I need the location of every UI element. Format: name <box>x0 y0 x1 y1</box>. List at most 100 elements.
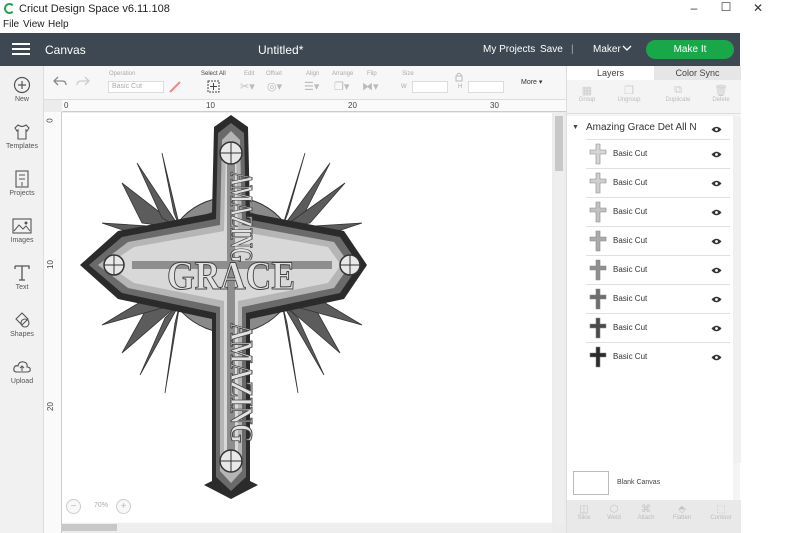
shirt-icon <box>14 124 30 140</box>
edit-icon[interactable]: ✂▾ <box>240 80 255 93</box>
sidebar-item-images[interactable]: Images <box>0 217 44 244</box>
slice-button[interactable]: ◫ Slice <box>569 504 599 521</box>
eye-icon[interactable] <box>711 238 722 245</box>
group-button[interactable]: ▦ Group <box>569 84 605 103</box>
machine-select[interactable]: Maker <box>593 44 621 55</box>
text-icon <box>14 265 30 281</box>
height-input[interactable] <box>468 81 504 93</box>
layer-name: Basic Cut <box>613 265 648 274</box>
eye-icon[interactable] <box>711 296 722 303</box>
sidebar-item-templates[interactable]: Templates <box>0 123 44 150</box>
scrollbar-thumb[interactable] <box>555 116 563 171</box>
layer-thumbnail-cross-icon <box>589 230 607 252</box>
my-projects-link[interactable]: My Projects <box>483 44 535 55</box>
flip-icon[interactable]: ⧓▾ <box>362 80 379 93</box>
menu-file[interactable]: File <box>3 19 19 30</box>
layer-row[interactable]: Basic Cut <box>586 168 730 197</box>
layer-name: Basic Cut <box>613 236 648 245</box>
redo-icon[interactable] <box>76 75 90 87</box>
layer-row[interactable]: Basic Cut <box>586 139 730 168</box>
weld-button[interactable]: ⬡ Weld <box>599 504 629 521</box>
eye-icon[interactable] <box>711 180 722 187</box>
select-all-icon[interactable] <box>207 80 220 93</box>
duplicate-button[interactable]: ⧉ Duplicate <box>660 84 696 103</box>
eye-icon[interactable] <box>711 126 722 133</box>
arrange-icon[interactable]: ❐▾ <box>334 80 349 93</box>
panel-scrollbar[interactable] <box>733 116 741 463</box>
offset-icon[interactable]: ◎▾ <box>267 80 282 93</box>
bottom-actions: ◫ Slice ⬡ Weld ⌘ Attach ⬘ Flatten ⬚ Contour <box>567 500 741 533</box>
layer-row[interactable]: Basic Cut <box>586 226 730 255</box>
make-it-button[interactable]: Make It <box>646 40 734 59</box>
select-all-label: Select All <box>201 71 226 77</box>
eye-icon[interactable] <box>711 354 722 361</box>
group-icon: ▦ <box>581 85 593 97</box>
ruler-left-tick: 0 <box>45 118 55 123</box>
undo-icon[interactable] <box>53 75 67 87</box>
contour-button[interactable]: ⬚ Contour <box>706 504 736 521</box>
menu-help[interactable]: Help <box>48 19 69 30</box>
layer-row[interactable]: Basic Cut <box>586 284 730 313</box>
caret-down-icon[interactable]: ▼ <box>572 124 579 131</box>
pen-color-icon[interactable] <box>168 80 182 94</box>
design-mat[interactable]: AMAZING GRACE AMAZING <box>62 113 552 523</box>
more-button[interactable]: More ▾ <box>521 78 542 86</box>
sidebar-item-text[interactable]: Text <box>0 264 44 291</box>
eye-icon[interactable] <box>711 209 722 216</box>
save-button[interactable]: Save <box>540 44 563 55</box>
hamburger-menu-icon[interactable] <box>12 43 30 56</box>
layer-name: Basic Cut <box>613 178 648 187</box>
menu-view[interactable]: View <box>23 19 45 30</box>
image-icon <box>12 218 32 234</box>
zoom-out-button[interactable]: − <box>66 499 81 514</box>
delete-button[interactable]: 🗑 Delete <box>703 84 739 103</box>
minimize-button[interactable]: – <box>678 0 710 18</box>
flatten-button[interactable]: ⬘ Flatten <box>667 504 697 521</box>
vertical-scrollbar[interactable] <box>554 113 564 523</box>
layer-row[interactable]: Basic Cut <box>586 255 730 284</box>
window-title: Cricut Design Space v6.11.108 <box>19 3 170 15</box>
sidebar-item-shapes[interactable]: Shapes <box>0 311 44 338</box>
zoom-in-button[interactable]: + <box>116 499 131 514</box>
chevron-down-icon[interactable] <box>622 44 632 55</box>
arrange-label: Arrange <box>332 71 354 77</box>
slice-icon: ◫ <box>579 504 589 515</box>
tab-layers[interactable]: Layers <box>567 66 654 80</box>
layer-thumbnail-cross-icon <box>589 317 607 339</box>
shapes-icon <box>15 312 30 328</box>
layer-row[interactable]: Basic Cut <box>586 342 730 371</box>
layer-group[interactable]: ▼ Amazing Grace Det All N <box>567 120 733 136</box>
close-button[interactable]: ✕ <box>742 0 774 18</box>
menubar: File View Help <box>0 18 800 33</box>
sidebar-item-new[interactable]: New <box>0 76 44 103</box>
sidebar-item-upload[interactable]: Upload <box>0 358 44 385</box>
eye-icon[interactable] <box>711 151 722 158</box>
attach-button[interactable]: ⌘ Attach <box>631 504 661 521</box>
sidebar-item-projects[interactable]: Projects <box>0 170 44 197</box>
panel-tabs: Layers Color Sync <box>567 66 741 80</box>
tab-color-sync[interactable]: Color Sync <box>654 68 741 78</box>
ungroup-button[interactable]: ❐ Ungroup <box>611 84 647 103</box>
operation-select[interactable]: Basic Cut <box>108 81 164 93</box>
edit-toolbar: Operation Basic Cut Select All Edit ✂▾ O… <box>44 66 566 100</box>
maximize-button[interactable]: ☐ <box>710 0 742 17</box>
align-icon[interactable]: ☰▾ <box>304 80 319 93</box>
ruler-left-tick: 20 <box>45 402 55 411</box>
layer-name: Basic Cut <box>613 207 648 216</box>
layers-panel: Layers Color Sync ▦ Group ❐ Ungroup ⧉ Dupli… <box>566 66 741 533</box>
ruler-top-tick: 0 <box>64 101 69 110</box>
document-title[interactable]: Untitled* <box>258 43 303 57</box>
layer-row[interactable]: Basic Cut <box>586 313 730 342</box>
layer-row[interactable]: Basic Cut <box>586 197 730 226</box>
scrollbar-thumb[interactable] <box>62 524 117 531</box>
blank-canvas-swatch[interactable] <box>573 471 609 495</box>
weld-label: Weld <box>607 515 621 521</box>
eye-icon[interactable] <box>711 325 722 332</box>
width-input[interactable] <box>412 81 448 93</box>
group-label: Group <box>578 97 596 103</box>
horizontal-scrollbar[interactable] <box>62 523 552 532</box>
cross-design[interactable]: AMAZING GRACE AMAZING <box>62 113 552 523</box>
eye-icon[interactable] <box>711 267 722 274</box>
size-label: Size <box>402 71 414 77</box>
lock-icon[interactable] <box>455 72 463 82</box>
